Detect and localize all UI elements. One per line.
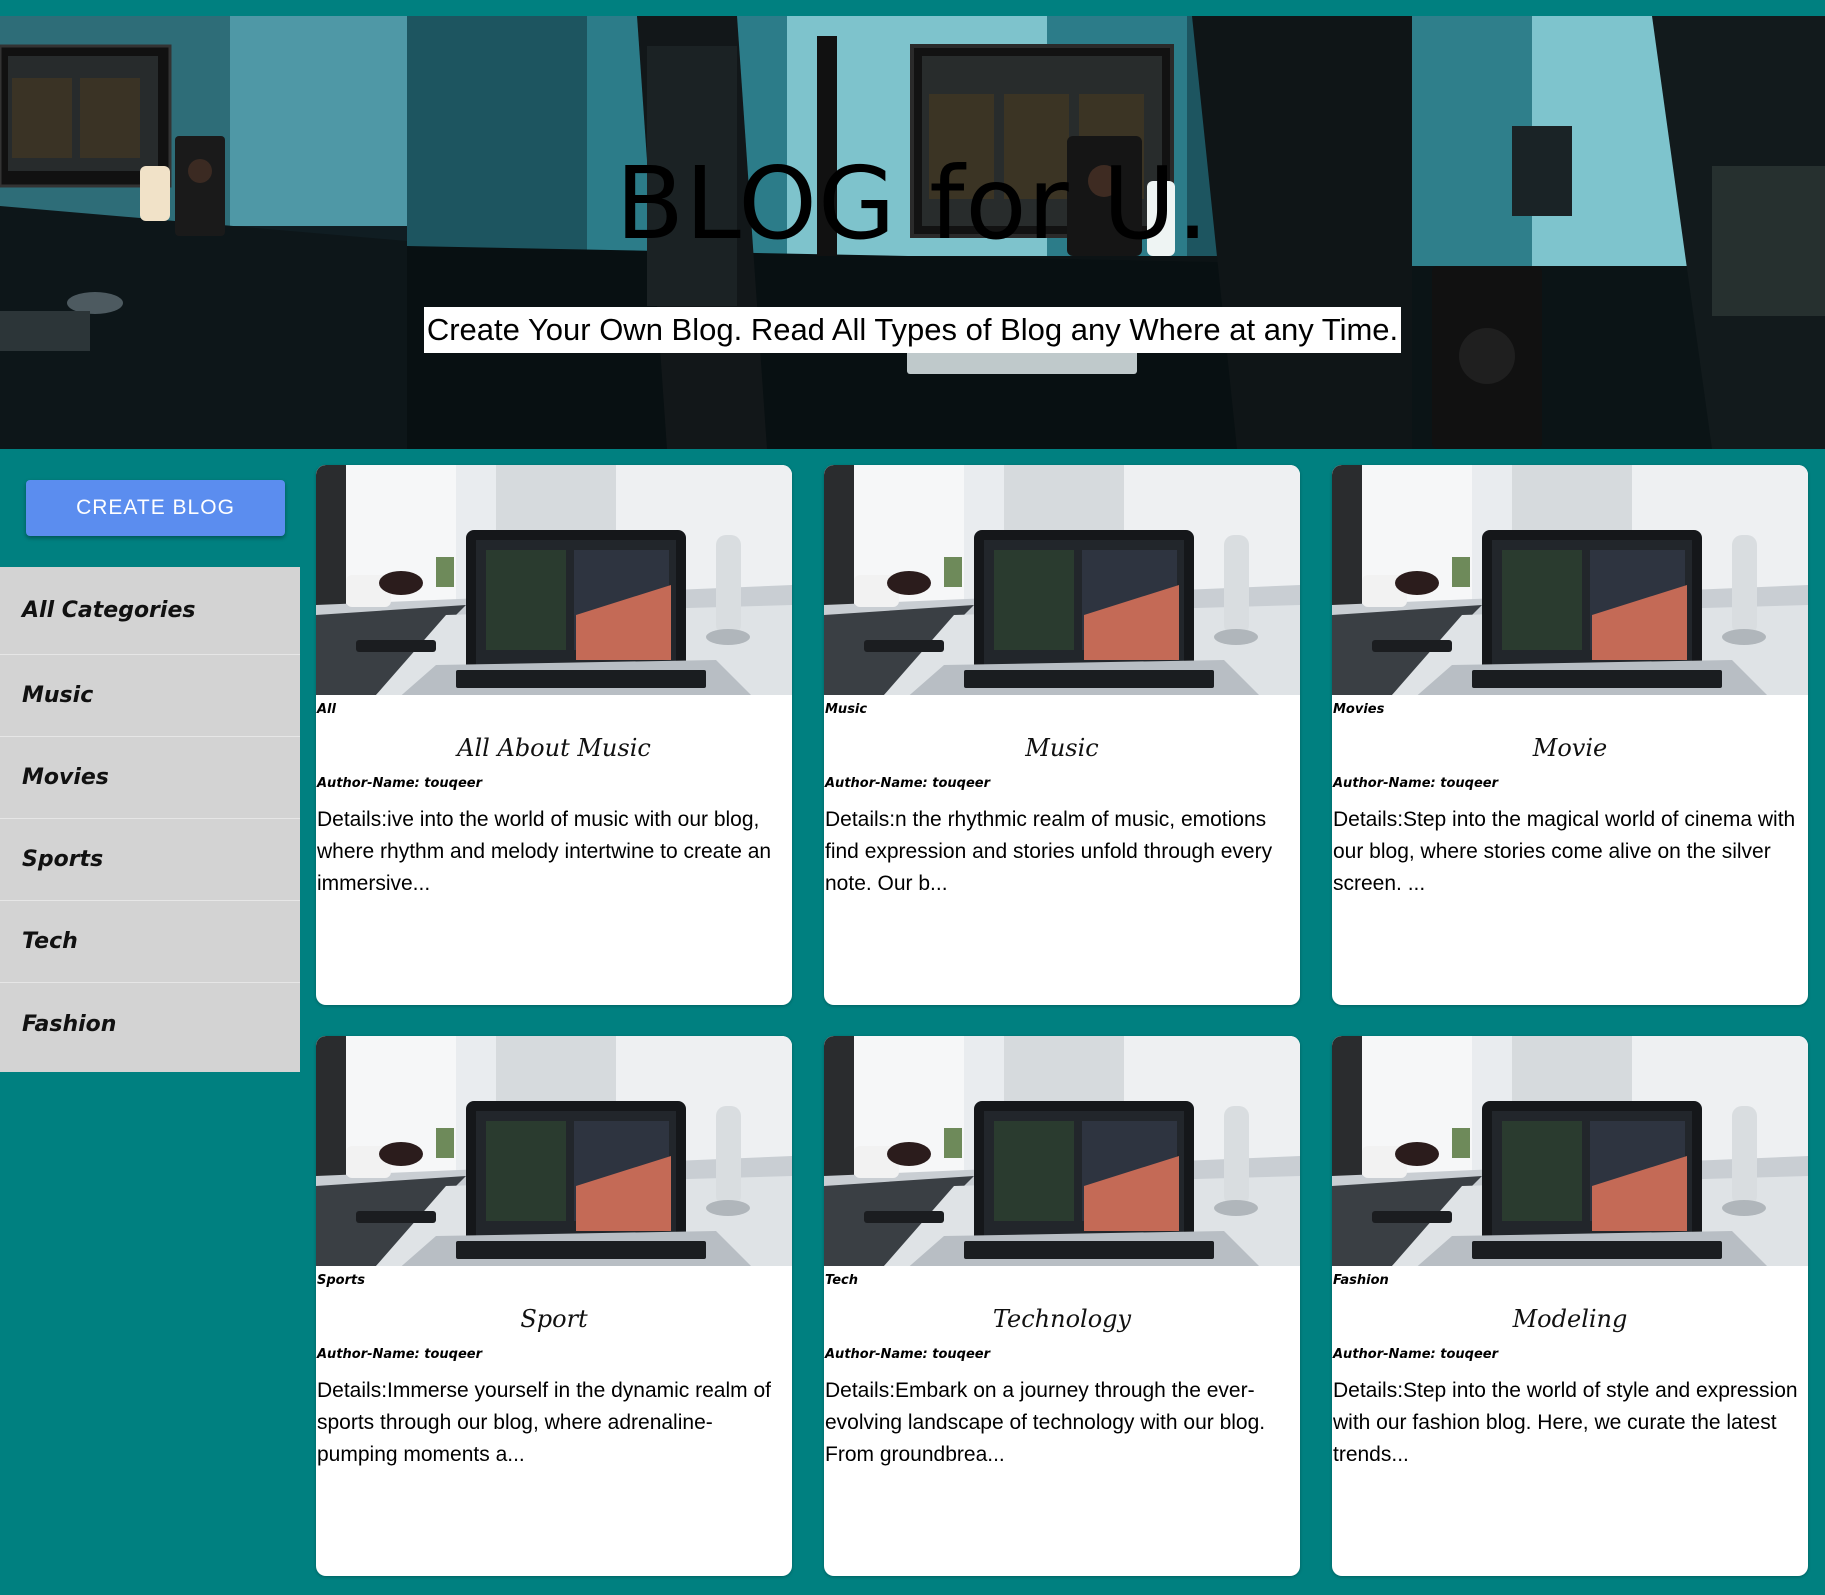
category-item-fashion[interactable]: Fashion <box>0 983 300 1065</box>
site-tagline: Create Your Own Blog. Read All Types of … <box>423 307 1402 353</box>
blog-card[interactable]: Fashion Modeling Author-Name: touqeer De… <box>1332 1036 1808 1576</box>
category-item-music[interactable]: Music <box>0 655 300 737</box>
blog-card-image <box>316 1036 792 1266</box>
blog-card-title: Technology <box>992 1305 1132 1333</box>
blog-card-category: Tech <box>825 1273 858 1288</box>
category-item-sports[interactable]: Sports <box>0 819 300 901</box>
blog-card-category: All <box>317 702 336 717</box>
blog-card-category: Fashion <box>1333 1273 1389 1288</box>
hero-banner: BLOG for U. Create Your Own Blog. Read A… <box>0 16 1825 449</box>
blog-card-title: Music <box>1025 734 1099 762</box>
blog-card-details: Details:ive into the world of music with… <box>317 808 772 895</box>
blog-card-author: Author-Name: touqeer <box>317 1347 483 1362</box>
blog-card-author: Author-Name: touqeer <box>1333 1347 1499 1362</box>
blog-card-title: Movie <box>1532 734 1608 762</box>
blog-card-author: Author-Name: touqeer <box>1333 776 1499 791</box>
blog-card-image <box>1332 465 1808 695</box>
blog-card-author: Author-Name: touqeer <box>825 1347 991 1362</box>
blog-card-details: Details:n the rhythmic realm of music, e… <box>825 808 1273 895</box>
blog-card-title: Sport <box>520 1305 588 1333</box>
blog-card-author: Author-Name: touqeer <box>825 776 991 791</box>
blog-card-title: Modeling <box>1512 1305 1628 1333</box>
blog-card-title: All About Music <box>457 734 651 762</box>
create-blog-button[interactable]: CREATE BLOG <box>26 480 285 536</box>
blog-card-category: Sports <box>317 1273 365 1288</box>
blog-card-author: Author-Name: touqeer <box>317 776 483 791</box>
blog-card-image <box>824 1036 1300 1266</box>
blog-card-details: Details:Step into the world of style and… <box>1333 1379 1798 1466</box>
category-menu: All Categories Music Movies Sports Tech … <box>0 567 300 1072</box>
blog-card-details: Details:Embark on a journey through the … <box>825 1379 1266 1466</box>
blog-card-details: Details:Step into the magical world of c… <box>1333 808 1796 895</box>
blog-card[interactable]: Music Music Author-Name: touqeer Details… <box>824 465 1300 1005</box>
blog-card-image <box>1332 1036 1808 1266</box>
site-title: BLOG for U. <box>615 145 1210 262</box>
category-item-all[interactable]: All Categories <box>0 567 300 655</box>
blog-card[interactable]: Sports Sport Author-Name: touqeer Detail… <box>316 1036 792 1576</box>
blog-card-image <box>316 465 792 695</box>
category-item-movies[interactable]: Movies <box>0 737 300 819</box>
blog-card-image <box>824 465 1300 695</box>
blog-card-category: Music <box>825 702 868 717</box>
blog-card[interactable]: Movies Movie Author-Name: touqeer Detail… <box>1332 465 1808 1005</box>
blog-card-category: Movies <box>1333 702 1385 717</box>
category-item-tech[interactable]: Tech <box>0 901 300 983</box>
blog-card[interactable]: Tech Technology Author-Name: touqeer Det… <box>824 1036 1300 1576</box>
blog-card[interactable]: All All About Music Author-Name: touqeer… <box>316 465 792 1005</box>
blog-card-details: Details:Immerse yourself in the dynamic … <box>317 1379 771 1466</box>
